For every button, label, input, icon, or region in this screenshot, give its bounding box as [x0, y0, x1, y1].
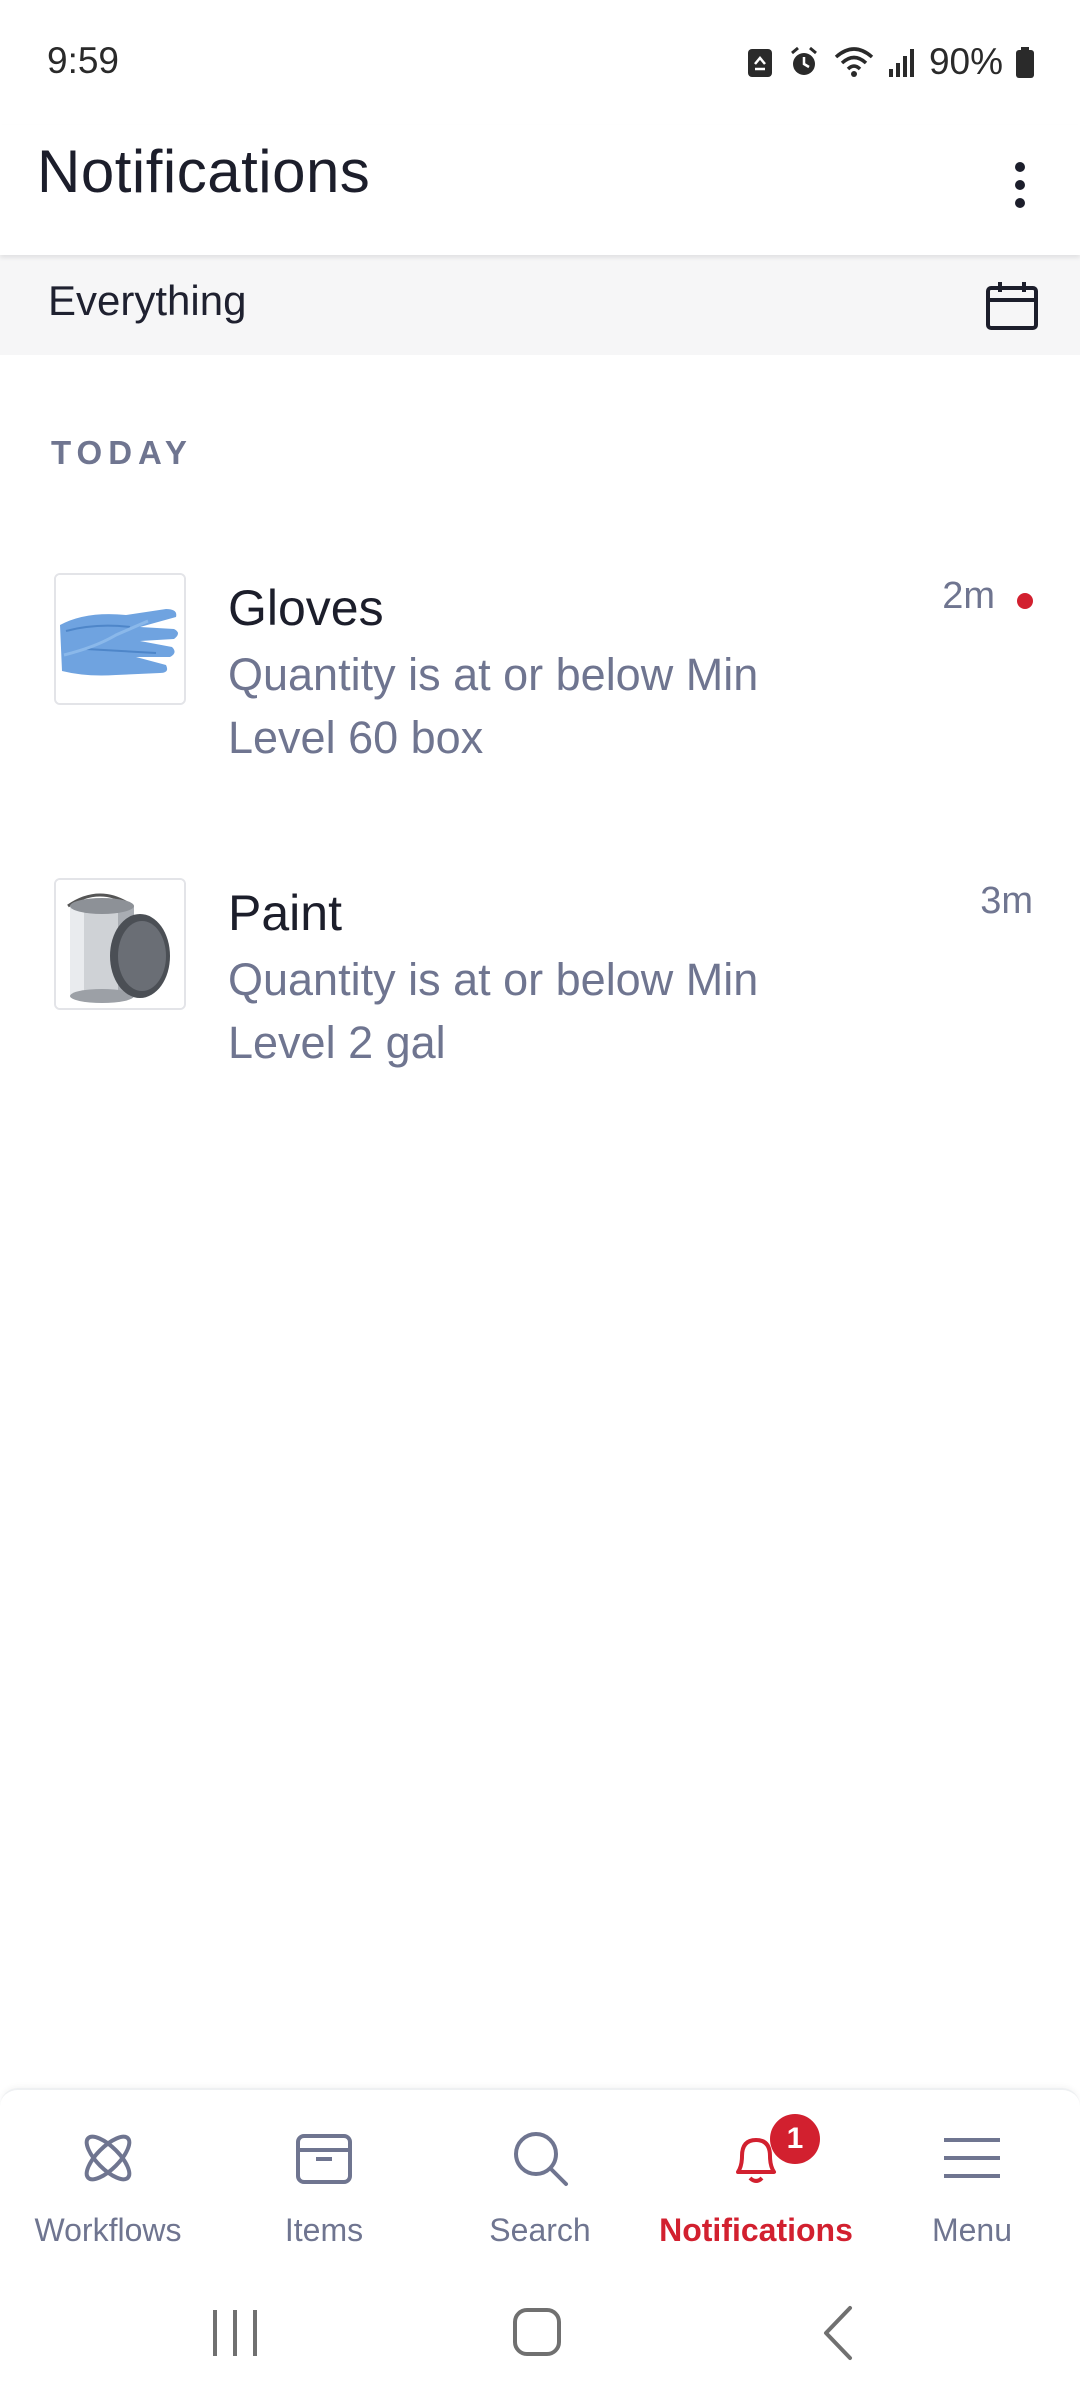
- nav-items[interactable]: Items: [216, 2090, 432, 2260]
- more-options-button[interactable]: [990, 140, 1050, 230]
- section-header-today: TODAY: [51, 434, 193, 471]
- nav-label: Notifications: [659, 2212, 853, 2248]
- hamburger-icon: [944, 2138, 1000, 2178]
- nav-menu[interactable]: Menu: [864, 2090, 1080, 2260]
- status-bar: 9:59 90%: [0, 0, 1080, 125]
- item-thumbnail: [54, 878, 186, 1010]
- battery-icon: [1016, 47, 1034, 78]
- more-vertical-icon-dot: [1015, 198, 1025, 208]
- recent-apps-icon[interactable]: [195, 2298, 275, 2368]
- bottom-navigation: Workflows Items Search 1 Notifications M…: [0, 2088, 1080, 2260]
- notification-item[interactable]: Gloves Quantity is at or below Min Level…: [0, 573, 1080, 833]
- wifi-icon: [834, 47, 874, 77]
- system-navigation-bar: [0, 2258, 1080, 2400]
- back-icon[interactable]: [800, 2298, 880, 2368]
- more-vertical-icon: [1015, 162, 1025, 172]
- blue-gloves-image: [56, 575, 184, 703]
- status-time: 9:59: [47, 40, 120, 81]
- alarm-icon: [790, 46, 817, 75]
- notification-body: Quantity is at or below Min Level 60 box: [228, 649, 759, 763]
- nav-workflows[interactable]: Workflows: [0, 2090, 216, 2260]
- nav-label: Search: [489, 2212, 591, 2248]
- notification-badge: 1: [770, 2114, 820, 2164]
- page-title: Notifications: [37, 138, 371, 205]
- paint-can-image: [56, 880, 184, 1008]
- nav-label: Workflows: [34, 2212, 182, 2248]
- notification-time: 2m: [942, 575, 995, 617]
- recycle-icon: [747, 49, 772, 77]
- notification-item[interactable]: Paint Quantity is at or below Min Level …: [0, 878, 1080, 1138]
- workflows-icon: [84, 2134, 132, 2182]
- nav-search[interactable]: Search: [432, 2090, 648, 2260]
- notification-title: Paint: [228, 885, 342, 941]
- calendar-icon[interactable]: [984, 280, 1040, 332]
- unread-indicator: [1017, 593, 1033, 609]
- nav-label: Items: [284, 2212, 364, 2248]
- item-thumbnail: [54, 573, 186, 705]
- home-icon[interactable]: [497, 2298, 577, 2368]
- notification-time: 3m: [980, 880, 1033, 922]
- search-icon: [514, 2132, 568, 2186]
- app-bar: Notifications: [0, 125, 1080, 255]
- notification-title: Gloves: [228, 580, 384, 636]
- filter-bar[interactable]: Everything: [0, 255, 1080, 355]
- battery-percent: 90%: [928, 41, 1003, 82]
- nav-notifications[interactable]: 1 Notifications: [648, 2090, 864, 2260]
- box-icon: [296, 2134, 352, 2184]
- signal-icon: [888, 49, 914, 77]
- notification-body: Quantity is at or below Min Level 2 gal: [228, 954, 759, 1068]
- filter-label[interactable]: Everything: [48, 277, 246, 325]
- status-icons: 90%: [745, 40, 1035, 84]
- nav-label: Menu: [931, 2212, 1013, 2248]
- more-vertical-icon-dot: [1015, 180, 1025, 190]
